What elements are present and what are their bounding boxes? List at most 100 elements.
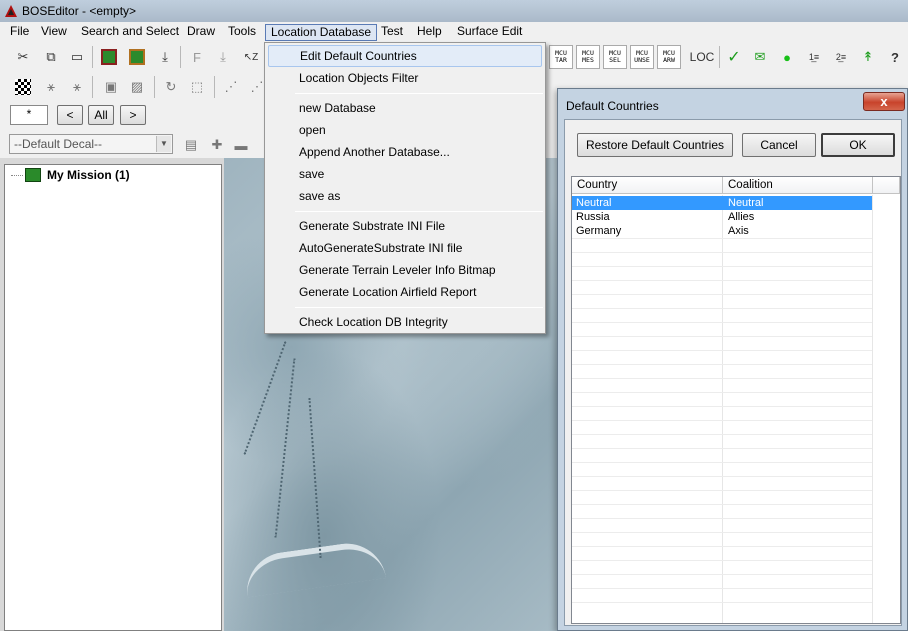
mcu-target-button[interactable]: MCU TAR bbox=[549, 45, 573, 69]
page-field[interactable]: * bbox=[10, 105, 48, 125]
menu-draw[interactable]: Draw bbox=[182, 24, 220, 41]
menu-edit-default-countries[interactable]: Edit Default Countries bbox=[268, 45, 542, 67]
mcu-select-button[interactable]: MCU SEL bbox=[603, 45, 627, 69]
table-row[interactable]: Russia Allies bbox=[572, 210, 872, 224]
menu-save-as[interactable]: save as bbox=[268, 185, 542, 207]
menu-tools[interactable]: Tools bbox=[223, 24, 261, 41]
title-bar: BOSEditor - <empty> bbox=[0, 0, 908, 22]
menu-search-and-select[interactable]: Search and Select bbox=[76, 24, 184, 41]
grid-line bbox=[572, 574, 872, 575]
group-block-icon[interactable] bbox=[126, 46, 148, 68]
grid-line bbox=[572, 602, 872, 603]
window-title: BOSEditor - <empty> bbox=[22, 4, 137, 18]
column-header-country[interactable]: Country bbox=[572, 177, 723, 194]
add-branch-icon[interactable]: ⚹ bbox=[66, 76, 88, 98]
menu-file[interactable]: File bbox=[5, 24, 34, 41]
grid-line bbox=[572, 266, 872, 267]
grid-line bbox=[572, 490, 872, 491]
mcu-arrow-button[interactable]: MCU ARW bbox=[657, 45, 681, 69]
check-icon[interactable]: ✓ bbox=[723, 46, 745, 68]
menu-new-database[interactable]: new Database bbox=[268, 97, 542, 119]
countries-grid[interactable]: Country Coalition Neutral Neutral Russia… bbox=[571, 176, 901, 624]
menu-check-db-integrity[interactable]: Check Location DB Integrity bbox=[268, 311, 542, 333]
menu-location-database[interactable]: Location Database bbox=[265, 24, 378, 41]
envelope-icon[interactable]: ✉ bbox=[749, 46, 771, 68]
menu-generate-airfield-report[interactable]: Generate Location Airfield Report bbox=[268, 281, 542, 303]
ok-button[interactable]: OK bbox=[821, 133, 895, 157]
decal-add-icon[interactable]: ✚ bbox=[206, 134, 228, 156]
menu-generate-terrain-leveler[interactable]: Generate Terrain Leveler Info Bitmap bbox=[268, 259, 542, 281]
grid-line bbox=[572, 322, 872, 323]
green-block-icon[interactable] bbox=[98, 46, 120, 68]
toolbar-separator bbox=[180, 46, 181, 68]
path-icon[interactable]: ⋰ bbox=[220, 76, 242, 98]
grid-line bbox=[572, 378, 872, 379]
grid-line bbox=[572, 364, 872, 365]
layer-1-icon[interactable]: 1̲≡ bbox=[803, 46, 825, 68]
menu-autogenerate-substrate-ini[interactable]: AutoGenerateSubstrate INI file bbox=[268, 237, 542, 259]
layer-2-icon[interactable]: 2̲≡ bbox=[830, 46, 852, 68]
cancel-button[interactable]: Cancel bbox=[742, 133, 816, 157]
mcu-unselect-button[interactable]: MCU UNSE bbox=[630, 45, 654, 69]
menu-separator bbox=[295, 211, 543, 212]
prev-button[interactable]: < bbox=[57, 105, 83, 125]
tree-connector bbox=[11, 175, 23, 176]
toolbar-separator bbox=[154, 76, 155, 98]
ruler-icon[interactable]: ▭ bbox=[66, 46, 88, 68]
menu-help[interactable]: Help bbox=[412, 24, 447, 41]
menu-append-database[interactable]: Append Another Database... bbox=[268, 141, 542, 163]
all-button[interactable]: All bbox=[88, 105, 114, 125]
menu-save[interactable]: save bbox=[268, 163, 542, 185]
f-icon[interactable]: F bbox=[186, 46, 208, 68]
mission-icon bbox=[25, 168, 41, 182]
next-button[interactable]: > bbox=[120, 105, 146, 125]
green-dot-icon[interactable]: ● bbox=[776, 46, 798, 68]
image-icon[interactable]: ▣ bbox=[100, 76, 122, 98]
column-header-coalition[interactable]: Coalition bbox=[723, 177, 873, 194]
decal-props-icon[interactable]: ▤ bbox=[180, 134, 202, 156]
tree-root-mission[interactable]: My Mission (1) bbox=[47, 168, 130, 182]
grid-line bbox=[572, 238, 872, 239]
grid-line bbox=[572, 448, 872, 449]
menu-location-objects-filter[interactable]: Location Objects Filter bbox=[268, 67, 542, 89]
decal-remove-icon[interactable]: ▬ bbox=[230, 134, 252, 156]
menu-open[interactable]: open bbox=[268, 119, 542, 141]
menu-generate-substrate-ini[interactable]: Generate Substrate INI File bbox=[268, 215, 542, 237]
drop-icon[interactable]: ⤓ bbox=[212, 46, 234, 68]
help-icon[interactable]: ? bbox=[884, 46, 906, 68]
cell-coalition: Axis bbox=[728, 225, 749, 237]
menu-surface-edit[interactable]: Surface Edit bbox=[452, 24, 527, 41]
grid-line bbox=[572, 476, 872, 477]
sort-az-icon[interactable]: ↖Z bbox=[240, 46, 262, 68]
map-dotted-track bbox=[274, 358, 296, 538]
menu-view[interactable]: View bbox=[36, 24, 72, 41]
location-database-menu: Edit Default Countries Location Objects … bbox=[264, 42, 546, 334]
grid-line bbox=[572, 532, 872, 533]
picture-icon[interactable]: ▨ bbox=[126, 76, 148, 98]
decal-select-value: --Default Decal-- bbox=[14, 137, 103, 151]
mcu-message-button[interactable]: MCU MES bbox=[576, 45, 600, 69]
arrow-up-icon[interactable]: ↟ bbox=[857, 46, 879, 68]
copy-icon[interactable]: ⧉ bbox=[40, 46, 62, 68]
close-button[interactable]: x bbox=[863, 92, 905, 111]
loc-button[interactable]: LOC bbox=[689, 46, 715, 68]
grid-line bbox=[572, 336, 872, 337]
grid-line bbox=[572, 518, 872, 519]
add-node-icon[interactable]: ⚹ bbox=[40, 76, 62, 98]
restore-default-countries-button[interactable]: Restore Default Countries bbox=[577, 133, 733, 157]
table-row[interactable]: Germany Axis bbox=[572, 224, 872, 238]
decal-select[interactable]: --Default Decal-- ▼ bbox=[9, 134, 173, 154]
cut-icon[interactable]: ✂ bbox=[12, 46, 34, 68]
rotate-icon[interactable]: ↻ bbox=[160, 76, 182, 98]
table-row[interactable]: Neutral Neutral bbox=[572, 196, 872, 210]
dialog-title: Default Countries bbox=[566, 99, 659, 113]
grid-line bbox=[572, 546, 872, 547]
download-icon[interactable]: ⤓ bbox=[154, 46, 176, 68]
select-box-icon[interactable]: ⬚ bbox=[186, 76, 208, 98]
cell-country: Germany bbox=[576, 225, 622, 237]
grid-line bbox=[722, 195, 723, 623]
menu-test[interactable]: Test bbox=[376, 24, 408, 41]
grid-line bbox=[572, 504, 872, 505]
map-dotted-track bbox=[308, 398, 322, 558]
checker-icon[interactable] bbox=[12, 76, 34, 98]
